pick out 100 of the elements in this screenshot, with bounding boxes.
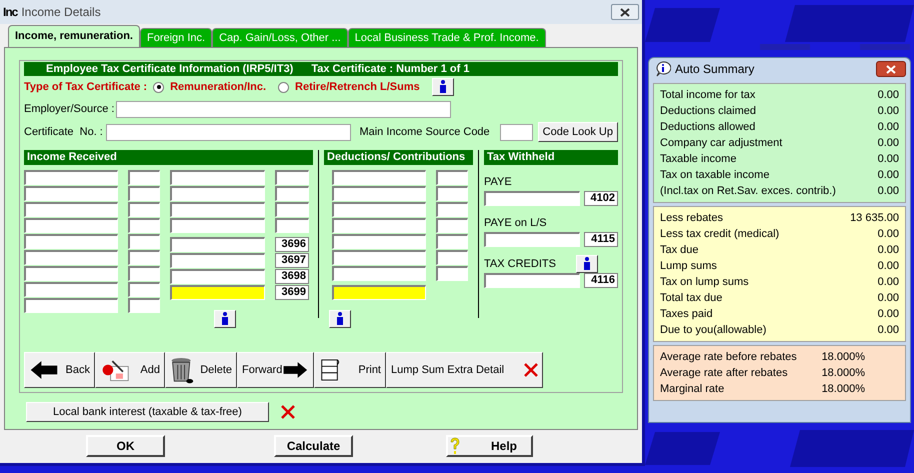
summary-label: Marginal rate — [660, 382, 726, 397]
input-field[interactable] — [332, 234, 426, 249]
radio-button[interactable] — [153, 82, 164, 92]
input-field[interactable] — [332, 170, 426, 185]
header-text: Tax Certificate : Number 1 of 1 — [311, 62, 470, 76]
input-field[interactable] — [128, 282, 160, 297]
input-field[interactable] — [484, 191, 580, 206]
dialog-button[interactable]: Calculate — [274, 435, 353, 457]
tab[interactable]: Income, remuneration. — [8, 25, 140, 47]
input-field[interactable] — [332, 202, 426, 217]
field-label: PAYE on L/S — [484, 216, 547, 231]
field-label: TAX CREDITS — [484, 256, 556, 272]
info-button[interactable] — [432, 78, 454, 96]
input-field[interactable] — [128, 202, 160, 217]
input-field[interactable] — [128, 186, 160, 201]
info-button[interactable] — [329, 310, 351, 328]
radio-label: Remuneration/Inc. — [170, 80, 266, 95]
summary-value: 0.00 — [878, 322, 899, 338]
close-button[interactable] — [876, 61, 906, 77]
input-field[interactable] — [500, 124, 533, 140]
close-button[interactable] — [611, 4, 639, 20]
summary-label: Taxable income — [660, 152, 738, 167]
input-field[interactable] — [24, 282, 118, 297]
field-label: Employer/Source : — [24, 102, 114, 117]
toolbar-button[interactable]: Back — [24, 352, 95, 388]
summary-value: 0.00 — [878, 120, 899, 135]
summary-value: 0.00 — [878, 226, 899, 242]
info-button[interactable] — [214, 310, 236, 328]
input-field[interactable] — [275, 202, 309, 217]
input-field[interactable] — [24, 266, 118, 281]
input-field[interactable] — [170, 170, 265, 185]
summary-value: 13 635.00 — [850, 210, 899, 226]
field-label: PAYE — [484, 174, 512, 190]
close-icon — [281, 405, 295, 419]
input-field[interactable] — [128, 250, 160, 265]
summary-value: 18.000% — [822, 366, 865, 381]
input-field[interactable] — [170, 285, 265, 300]
code-lookup-button[interactable]: Code Look Up — [538, 122, 618, 142]
summary-label: Total income for tax — [660, 88, 756, 103]
input-field[interactable] — [128, 234, 160, 249]
info-button[interactable] — [576, 255, 598, 273]
code-label: 4102 — [584, 191, 618, 206]
input-field[interactable] — [170, 202, 265, 217]
toolbar-button[interactable]: Add — [95, 352, 165, 388]
input-field[interactable] — [275, 186, 309, 201]
toolbar-button[interactable]: Print — [314, 352, 386, 388]
input-field[interactable] — [170, 186, 265, 201]
summary-value: 0.00 — [878, 168, 899, 183]
input-field[interactable] — [24, 202, 118, 217]
section-header: Income Received — [24, 150, 314, 165]
input-field[interactable] — [170, 269, 265, 284]
input-field[interactable] — [128, 298, 160, 313]
info-icon — [582, 257, 591, 271]
toolbar-button[interactable]: Lump Sum Extra Detail — [386, 352, 543, 388]
input-field[interactable] — [332, 285, 426, 300]
input-field[interactable] — [170, 218, 265, 233]
input-field[interactable] — [436, 250, 468, 265]
input-field[interactable] — [24, 298, 118, 313]
input-field[interactable] — [24, 170, 118, 185]
input-field[interactable] — [436, 202, 468, 217]
input-field[interactable] — [116, 100, 452, 118]
code-label: 3696 — [275, 237, 309, 252]
input-field[interactable] — [484, 232, 580, 247]
code-label: 3699 — [275, 285, 309, 300]
input-field[interactable] — [24, 218, 118, 233]
summary-value: 0.00 — [878, 152, 899, 167]
input-field[interactable] — [275, 170, 309, 185]
input-field[interactable] — [436, 234, 468, 249]
summary-label: Taxes paid — [660, 306, 714, 322]
input-field[interactable] — [128, 266, 160, 281]
bank-interest-button[interactable]: Local bank interest (taxable & tax-free) — [26, 402, 269, 422]
input-field[interactable] — [332, 186, 426, 201]
section-header: Tax Withheld — [484, 150, 618, 165]
header-text: Employee Tax Certificate Information (IRP5/IT3) — [46, 62, 294, 76]
input-field[interactable] — [436, 170, 468, 185]
input-field[interactable] — [436, 218, 468, 233]
summary-label: Total tax due — [660, 290, 724, 306]
input-field[interactable] — [484, 273, 580, 288]
input-field[interactable] — [436, 186, 468, 201]
dialog-button[interactable]: Help — [446, 435, 533, 457]
code-label: 3697 — [275, 253, 309, 268]
toolbar-button[interactable]: Forward — [237, 352, 314, 388]
radio-button[interactable] — [278, 82, 290, 92]
input-field[interactable] — [170, 237, 265, 252]
input-field[interactable] — [128, 218, 160, 233]
input-field[interactable] — [332, 266, 426, 281]
input-field[interactable] — [106, 124, 352, 140]
dialog-button[interactable]: OK — [86, 435, 165, 457]
input-field[interactable] — [332, 218, 426, 233]
input-field[interactable] — [24, 250, 118, 265]
summary-label: (Incl.tax on Ret.Sav. exces. contrib.) — [660, 184, 837, 199]
toolbar-button[interactable]: Delete — [165, 352, 237, 388]
input-field[interactable] — [332, 250, 426, 265]
input-field[interactable] — [24, 186, 118, 201]
input-field[interactable] — [436, 266, 468, 281]
input-field[interactable] — [170, 253, 265, 268]
input-field[interactable] — [24, 234, 118, 249]
info-icon — [438, 80, 447, 94]
input-field[interactable] — [128, 170, 160, 185]
input-field[interactable] — [275, 218, 309, 233]
